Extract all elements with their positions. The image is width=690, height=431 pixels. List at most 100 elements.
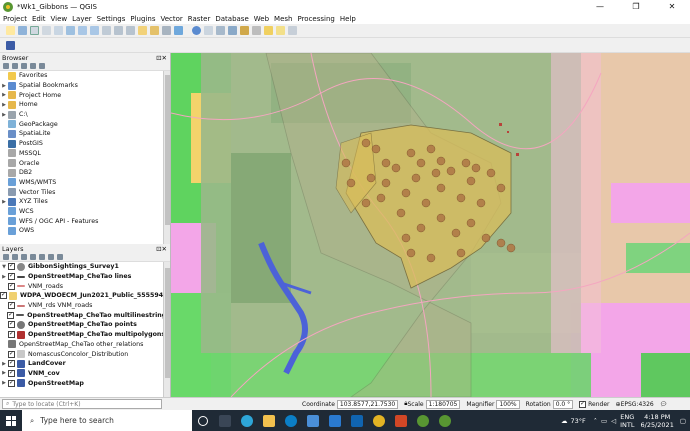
menu-mesh[interactable]: Mesh: [274, 15, 292, 23]
menu-processing[interactable]: Processing: [297, 15, 334, 23]
expand-arrow-icon[interactable]: ▶: [0, 274, 8, 280]
clock[interactable]: 4:18 PM 6/25/2021: [641, 413, 674, 429]
powerpoint-icon[interactable]: [390, 410, 412, 431]
layer-visibility-checkbox[interactable]: [8, 272, 15, 281]
layer-visibility-checkbox[interactable]: [8, 301, 15, 310]
panel-close-icon[interactable]: ⊡✕: [156, 245, 170, 253]
tray-arrow-icon[interactable]: ˄: [594, 417, 597, 425]
zoom-out-icon[interactable]: [42, 26, 51, 35]
browser-item[interactable]: ▶ Spatial Bookmarks: [0, 81, 170, 91]
layer-item[interactable]: OpenStreetMap_CheTao points: [0, 320, 170, 330]
annotation-icon[interactable]: [276, 26, 285, 35]
add-selected-icon[interactable]: [3, 63, 9, 69]
layer-visibility-checkbox[interactable]: [8, 282, 15, 290]
panel-close-icon[interactable]: ⊡✕: [156, 54, 170, 62]
browser-item[interactable]: Favorites: [0, 71, 170, 81]
weather-icon[interactable]: ☁: [561, 417, 568, 425]
browser-item[interactable]: WFS / OGC API - Features: [0, 216, 170, 226]
layer-visibility-checkbox[interactable]: [8, 320, 15, 329]
show-bookmarks-icon[interactable]: [150, 26, 159, 35]
menu-edit[interactable]: Edit: [32, 15, 46, 23]
browser-item[interactable]: OWS: [0, 226, 170, 236]
layer-item[interactable]: ▶ OpenStreetMap: [0, 378, 170, 388]
expand-arrow-icon[interactable]: ▶: [0, 92, 8, 98]
zoom-to-layer-icon[interactable]: [90, 26, 99, 35]
expand-arrow-icon[interactable]: ▶: [0, 112, 8, 118]
minimize-button[interactable]: —: [582, 0, 618, 13]
taskbar-search[interactable]: ⌕ Type here to search: [22, 410, 192, 431]
map-tips-icon[interactable]: [264, 26, 273, 35]
outlook-icon[interactable]: [346, 410, 368, 431]
start-button[interactable]: [0, 410, 22, 431]
browser-item[interactable]: Vector Tiles: [0, 187, 170, 197]
qgis-taskbar-icon-2[interactable]: [434, 410, 456, 431]
menu-help[interactable]: Help: [340, 15, 356, 23]
expand-arrow-icon[interactable]: ▶: [0, 380, 8, 386]
chrome-icon[interactable]: [368, 410, 390, 431]
expand-arrow-icon[interactable]: ▶: [0, 199, 8, 205]
render-checkbox[interactable]: [579, 400, 587, 408]
render-toggle[interactable]: Render: [579, 400, 610, 408]
browser-item[interactable]: Oracle: [0, 158, 170, 168]
browser-item[interactable]: PostGIS: [0, 139, 170, 149]
expand-arrow-icon[interactable]: ▼: [0, 264, 8, 270]
layer-item[interactable]: OpenStreetMap_CheTao multipolygons: [0, 330, 170, 340]
close-button[interactable]: ✕: [654, 0, 690, 13]
zoom-to-selection-icon[interactable]: [78, 26, 87, 35]
layers-scrollbar[interactable]: [163, 262, 170, 397]
layer-item[interactable]: ▶ OpenStreetMap_CheTao lines: [0, 272, 170, 282]
browser-item[interactable]: MSSQL: [0, 149, 170, 159]
file-explorer-icon[interactable]: [258, 410, 280, 431]
measure-icon[interactable]: [252, 26, 261, 35]
menu-plugins[interactable]: Plugins: [130, 15, 155, 23]
task-view-icon[interactable]: [192, 410, 214, 431]
messages-button[interactable]: 💬︎: [660, 401, 668, 408]
manage-map-themes-icon[interactable]: [21, 254, 27, 260]
statistical-summary-icon[interactable]: [240, 26, 249, 35]
browser-item[interactable]: ▶ Home: [0, 100, 170, 110]
menu-project[interactable]: Project: [3, 15, 27, 23]
layer-visibility-checkbox[interactable]: [8, 262, 15, 271]
layer-item[interactable]: NomascusConcolor_Distribution: [0, 349, 170, 359]
expand-arrow-icon[interactable]: ▶: [0, 83, 8, 89]
expand-all-icon[interactable]: [39, 254, 45, 260]
zoom-native-icon[interactable]: [102, 26, 111, 35]
layer-visibility-checkbox[interactable]: [0, 291, 7, 300]
refresh-icon[interactable]: [174, 26, 183, 35]
menu-layer[interactable]: Layer: [72, 15, 92, 23]
text-annotation-icon[interactable]: [288, 26, 297, 35]
layer-item[interactable]: WDPA_WDOECM_Jun2021_Public_55559412: [0, 291, 170, 301]
edge-icon[interactable]: [236, 410, 258, 431]
layer-visibility-checkbox[interactable]: [8, 369, 15, 377]
store-icon[interactable]: [302, 410, 324, 431]
browser-item[interactable]: GeoPackage: [0, 119, 170, 129]
remove-layer-icon[interactable]: [57, 254, 63, 260]
layer-item[interactable]: OpenStreetMap_CheTao multilinestrings: [0, 310, 170, 320]
menu-database[interactable]: Database: [215, 15, 248, 23]
scale-select[interactable]: 1:180705: [425, 399, 461, 409]
temporal-controller-icon[interactable]: [162, 26, 171, 35]
python-console-icon[interactable]: [6, 40, 15, 50]
layer-visibility-checkbox[interactable]: [8, 379, 15, 387]
widgets-icon[interactable]: [214, 410, 236, 431]
crs-button[interactable]: ⊕ EPSG:4326: [616, 401, 654, 408]
layer-item[interactable]: OpenStreetMap_CheTao other_relations: [0, 340, 170, 350]
layer-item[interactable]: VNM_rds VNM_roads: [0, 301, 170, 311]
menu-settings[interactable]: Settings: [97, 15, 126, 23]
language-indicator[interactable]: ENG INTL: [620, 413, 634, 429]
refresh-icon[interactable]: [12, 63, 18, 69]
browser-scrollbar[interactable]: [163, 71, 170, 244]
identify-icon[interactable]: [192, 26, 201, 35]
layer-visibility-checkbox[interactable]: [8, 330, 15, 339]
layer-item[interactable]: ▶ LandCover: [0, 359, 170, 369]
volume-icon[interactable]: ◁: [611, 417, 616, 425]
temperature[interactable]: 73°F: [570, 417, 585, 425]
browser-item[interactable]: ▶ XYZ Tiles: [0, 197, 170, 207]
maximize-button[interactable]: ❐: [618, 0, 654, 13]
filter-icon[interactable]: [21, 63, 27, 69]
zoom-last-icon[interactable]: [114, 26, 123, 35]
network-icon[interactable]: ▭: [601, 417, 607, 425]
layer-visibility-checkbox[interactable]: [7, 311, 15, 319]
pan-icon[interactable]: [6, 26, 15, 35]
add-group-icon[interactable]: [12, 254, 18, 260]
